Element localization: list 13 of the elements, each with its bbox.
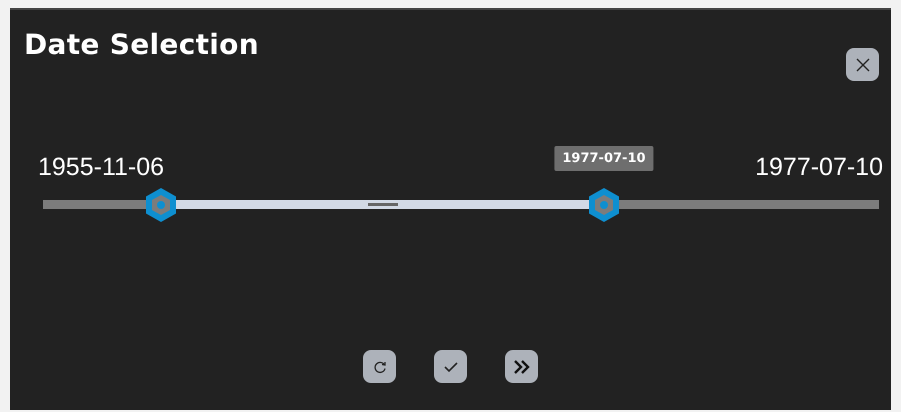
start-date-label: 1955-11-06 — [38, 153, 164, 182]
check-icon — [442, 360, 458, 374]
double-chevron-icon — [512, 358, 530, 374]
forward-button[interactable] — [505, 350, 538, 383]
dialog-title: Date Selection — [24, 28, 259, 61]
value-tooltip: 1977-07-10 — [554, 146, 654, 171]
range-grip[interactable] — [368, 203, 398, 206]
close-icon — [854, 56, 870, 72]
reset-button[interactable] — [363, 350, 396, 383]
close-button[interactable] — [846, 48, 879, 81]
end-date-label: 1977-07-10 — [755, 153, 883, 182]
confirm-button[interactable] — [434, 350, 467, 383]
refresh-icon — [372, 360, 386, 374]
